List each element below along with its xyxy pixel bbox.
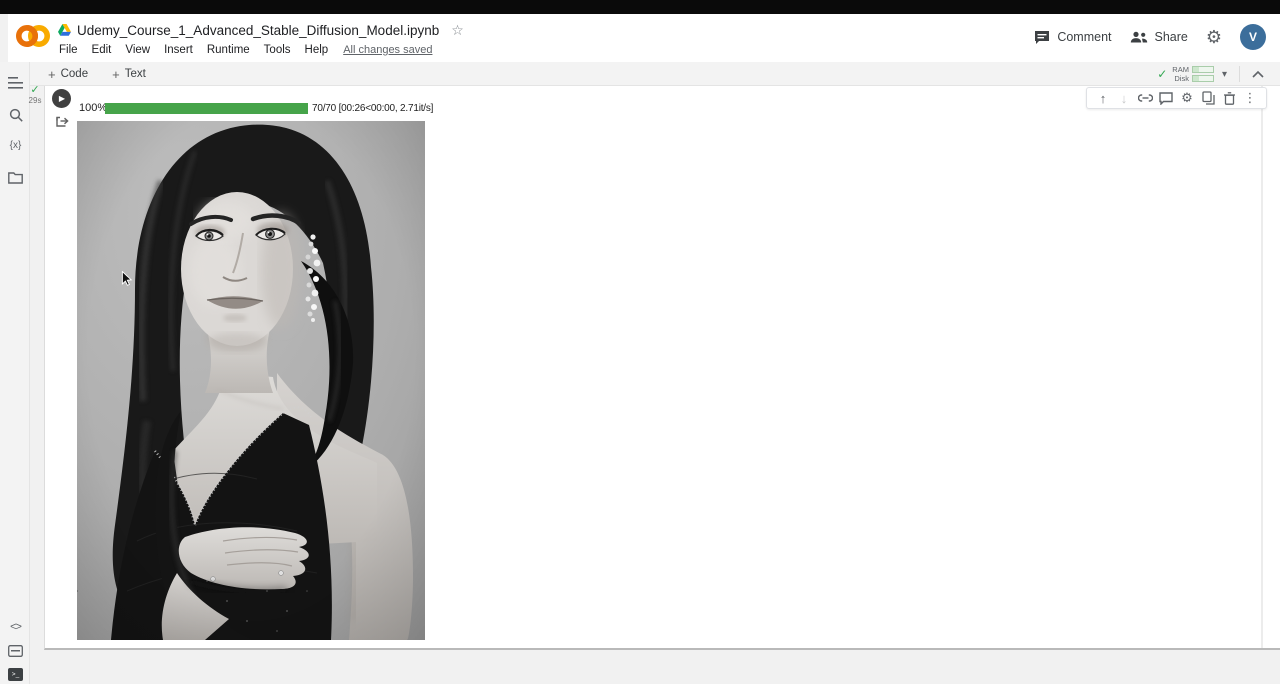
left-sidebar-rail: {x} <> >_: [0, 62, 30, 684]
code-snippets-icon[interactable]: <>: [7, 618, 24, 635]
notebook-content-area: ▶ ↑ ↓: [44, 86, 1280, 650]
add-text-button[interactable]: + Text: [108, 65, 150, 84]
plus-icon: +: [112, 67, 120, 82]
add-text-label: Text: [125, 68, 146, 80]
resource-gauges: [1192, 66, 1214, 82]
resource-labels: RAM Disk: [1172, 65, 1189, 83]
plus-icon: +: [48, 67, 56, 82]
table-of-contents-icon[interactable]: [7, 74, 24, 91]
colab-window: Udemy_Course_1_Advanced_Stable_Diffusion…: [0, 0, 1280, 684]
share-label: Share: [1155, 30, 1188, 44]
delete-cell-icon[interactable]: [1220, 89, 1238, 107]
menu-tools[interactable]: Tools: [257, 42, 298, 58]
disk-label: Disk: [1174, 74, 1189, 83]
output-image: [77, 121, 425, 640]
collapse-header-button[interactable]: [1244, 70, 1272, 78]
resource-monitor[interactable]: ✓ RAM Disk ▾: [1157, 62, 1272, 86]
cell-toolbar: ↑ ↓ ⚙: [1086, 87, 1267, 109]
execution-success-check-icon: ✓: [26, 85, 44, 96]
terminal-icon[interactable]: >_: [7, 666, 24, 683]
menu-bar: File Edit View Insert Runtime Tools Help…: [52, 41, 432, 59]
comment-button[interactable]: Comment: [1034, 30, 1111, 45]
progress-bar-fill: [105, 103, 308, 114]
letterbox-bar: [0, 0, 1280, 14]
notebook-toolbar: + Code + Text ✓ RAM Disk ▾: [30, 62, 1280, 86]
colab-app: Udemy_Course_1_Advanced_Stable_Diffusion…: [0, 14, 1280, 684]
add-cell-buttons: + Code + Text: [44, 62, 150, 86]
chevron-up-icon: [1252, 70, 1264, 78]
menu-edit[interactable]: Edit: [85, 42, 119, 58]
move-cell-up-icon[interactable]: ↑: [1094, 89, 1112, 107]
notebook-title[interactable]: Udemy_Course_1_Advanced_Stable_Diffusion…: [77, 23, 439, 38]
add-code-label: Code: [61, 68, 89, 80]
ram-gauge: [1192, 66, 1214, 73]
menu-file[interactable]: File: [52, 42, 85, 58]
mirror-cell-icon[interactable]: [1199, 89, 1217, 107]
progress-percent-label: 100%: [79, 102, 107, 114]
scrollbar-track[interactable]: [1261, 86, 1263, 648]
add-comment-icon[interactable]: [1157, 89, 1175, 107]
document-title-row: Udemy_Course_1_Advanced_Stable_Diffusion…: [58, 20, 464, 40]
output-options-icon[interactable]: [55, 114, 69, 133]
menu-help[interactable]: Help: [298, 42, 336, 58]
comment-icon: [1034, 30, 1050, 45]
toolbar-divider: [1239, 66, 1240, 82]
comment-label: Comment: [1057, 30, 1111, 44]
copy-link-to-cell-icon[interactable]: [1136, 89, 1154, 107]
menu-insert[interactable]: Insert: [157, 42, 200, 58]
progress-stats-text: 70/70 [00:26<00:00, 2.71it/s]: [312, 103, 433, 114]
user-avatar[interactable]: V: [1240, 24, 1266, 50]
menu-runtime[interactable]: Runtime: [200, 42, 257, 58]
runtime-connected-check-icon: ✓: [1157, 67, 1167, 81]
header-actions: Comment Share ⚙ V: [1034, 22, 1266, 52]
search-icon[interactable]: [7, 106, 24, 123]
share-people-icon: [1130, 30, 1148, 44]
cell-settings-gear-icon[interactable]: ⚙: [1178, 89, 1196, 107]
move-cell-down-icon[interactable]: ↓: [1115, 89, 1133, 107]
add-code-button[interactable]: + Code: [44, 65, 92, 84]
save-status-link[interactable]: All changes saved: [343, 44, 432, 56]
execution-time: 29s: [26, 96, 44, 106]
more-cell-actions-icon[interactable]: ⋮: [1241, 89, 1259, 107]
colab-logo[interactable]: [14, 23, 52, 49]
variables-icon[interactable]: {x}: [7, 137, 24, 154]
progress-bar: [105, 103, 308, 114]
share-button[interactable]: Share: [1130, 30, 1188, 44]
command-palette-icon[interactable]: [7, 642, 24, 659]
execution-status-badge[interactable]: ✓ 29s: [26, 85, 44, 106]
ram-label: RAM: [1172, 65, 1189, 74]
run-cell-button[interactable]: ▶: [52, 89, 71, 108]
runtime-dropdown-caret-icon[interactable]: ▾: [1214, 69, 1235, 80]
files-folder-icon[interactable]: [7, 169, 24, 186]
drive-file-icon: [58, 24, 71, 36]
menu-view[interactable]: View: [118, 42, 157, 58]
app-header: Udemy_Course_1_Advanced_Stable_Diffusion…: [8, 14, 1280, 62]
settings-gear-icon[interactable]: ⚙: [1206, 28, 1222, 46]
disk-gauge: [1192, 75, 1214, 82]
star-icon[interactable]: ☆: [451, 22, 464, 39]
